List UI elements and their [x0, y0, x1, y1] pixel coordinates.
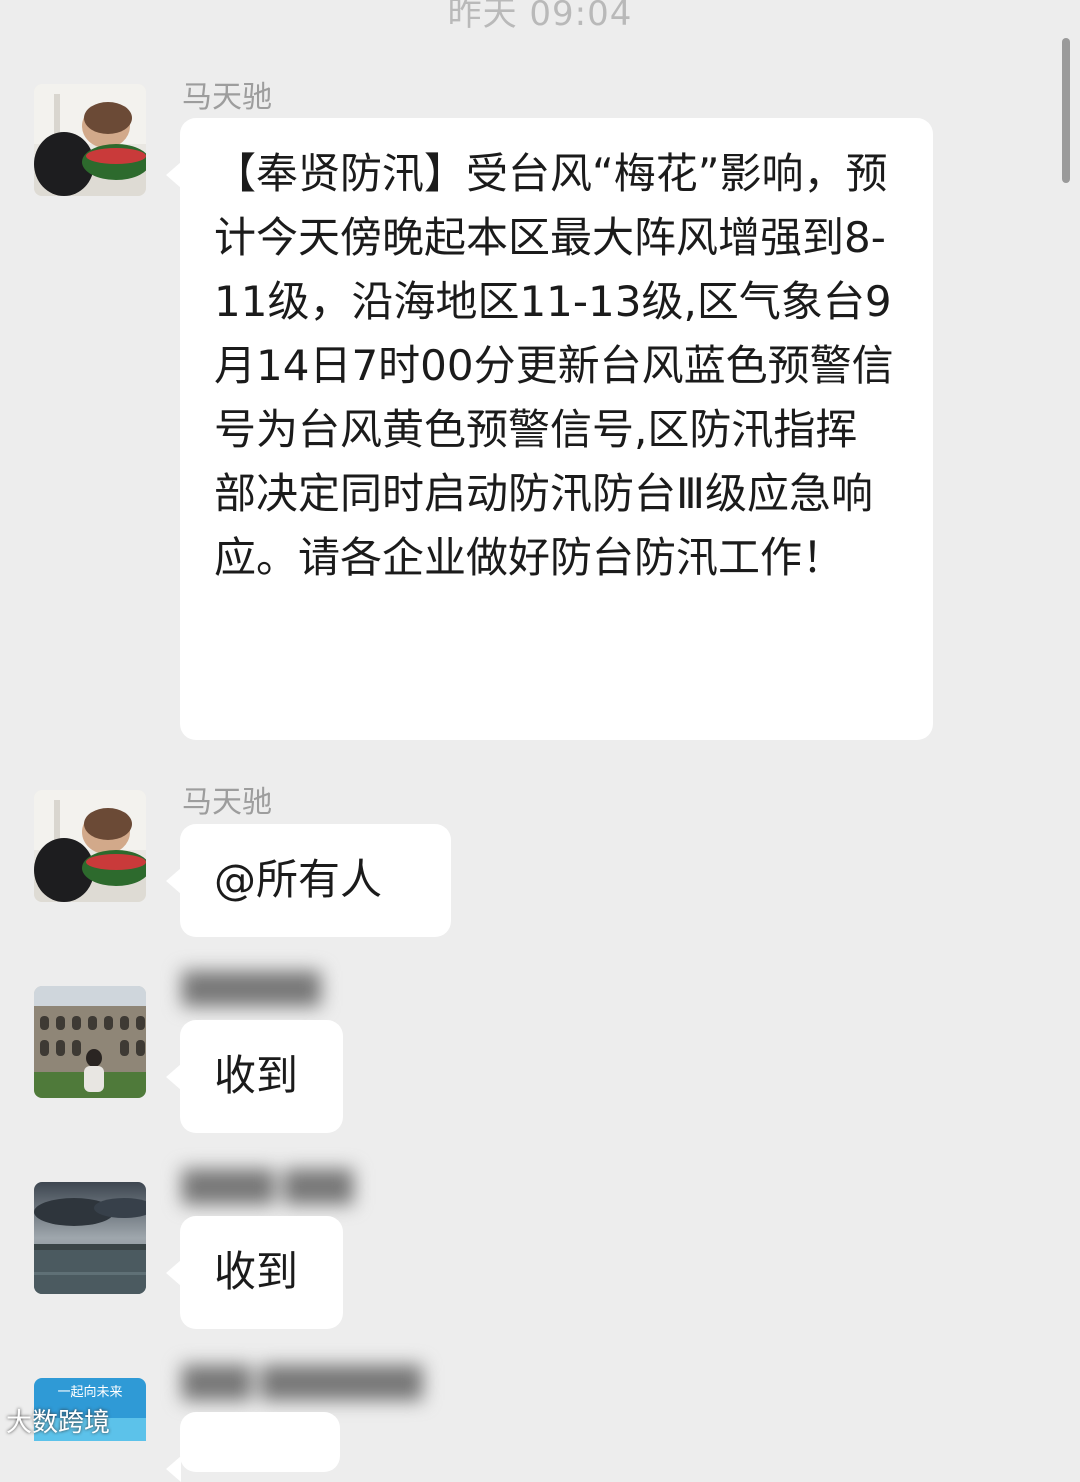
avatar-colosseum[interactable]	[34, 986, 146, 1098]
avatar-boy-watermelon[interactable]	[34, 84, 146, 196]
sender-name-blurred: ███ ███████	[182, 1366, 423, 1401]
boy-watermelon-avatar-image	[34, 84, 146, 196]
message-bubble[interactable]	[166, 1412, 340, 1482]
sender-name: 马天驰	[182, 785, 272, 820]
boy-watermelon-avatar-image	[34, 790, 146, 902]
sender-name-blurred: ██████	[182, 972, 321, 1007]
scrollbar[interactable]	[1062, 38, 1070, 183]
sea-clouds-avatar-image	[34, 1182, 146, 1294]
message-text: 收到	[214, 1247, 299, 1296]
sender-name: 马天驰	[182, 80, 272, 115]
message-bubble[interactable]: @所有人	[166, 824, 451, 937]
message-bubble[interactable]: 【奉贤防汛】受台风“梅花”影响，预计今天傍晚起本区最大阵风增强到8-11级，沿海…	[166, 118, 933, 740]
avatar-sea-clouds[interactable]	[34, 1182, 146, 1294]
avatar-caption: 一起向未来	[57, 1384, 122, 1400]
message-text: @所有人	[214, 855, 383, 904]
message-bubble[interactable]: 收到	[166, 1020, 343, 1133]
watermark: 大数跨境	[6, 1408, 111, 1438]
avatar-boy-watermelon[interactable]	[34, 790, 146, 902]
message-text: 【奉贤防汛】受台风“梅花”影响，预计今天傍晚起本区最大阵风增强到8-11级，沿海…	[214, 149, 894, 582]
chat-timestamp: 昨天 09:04	[447, 0, 633, 34]
message-text: 收到	[214, 1051, 299, 1100]
colosseum-avatar-image	[34, 986, 146, 1098]
sender-name-blurred: ████ ███	[182, 1170, 354, 1205]
message-bubble[interactable]: 收到	[166, 1216, 343, 1329]
